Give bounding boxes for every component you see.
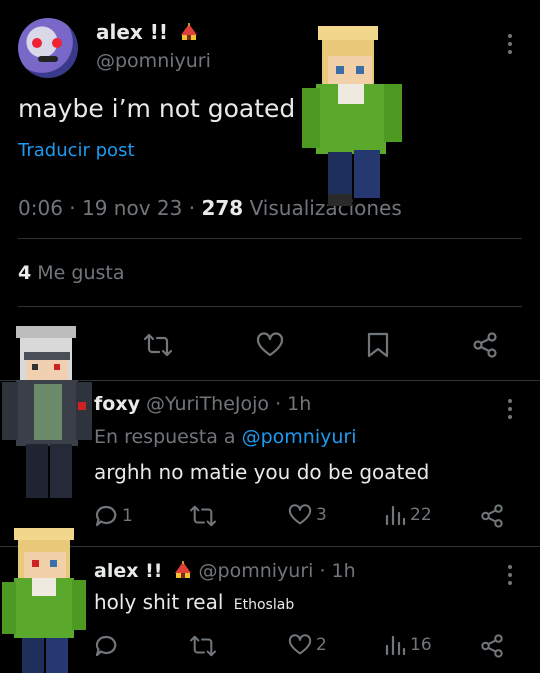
post-date[interactable]: 19 nov 23 <box>82 196 182 220</box>
replying-to-handle[interactable]: @pomniyuri <box>242 426 357 448</box>
heart-icon <box>288 504 312 526</box>
author-name[interactable]: alex !! <box>96 20 198 44</box>
reply-text: holy shit real Ethoslab <box>94 590 294 614</box>
circus-tent-icon <box>180 22 198 40</box>
share-icon[interactable] <box>472 332 498 358</box>
author-handle[interactable]: @pomniyuri <box>96 50 211 72</box>
translate-link[interactable]: Traducir post <box>18 140 135 161</box>
like-button[interactable]: 3 <box>288 504 327 526</box>
reply-count: 1 <box>122 506 133 526</box>
share-icon[interactable] <box>480 634 504 658</box>
circus-tent-icon <box>174 561 192 579</box>
views-button[interactable]: 16 <box>384 634 432 656</box>
replying-to: En respuesta a @pomniyuri <box>94 426 356 448</box>
like-button[interactable]: 2 <box>288 634 327 656</box>
retweet-icon[interactable] <box>144 332 172 358</box>
post-time[interactable]: 0:06 <box>18 196 63 220</box>
heart-icon[interactable] <box>256 332 284 358</box>
divider <box>18 306 522 307</box>
reply-button[interactable]: 1 <box>94 504 133 528</box>
heart-icon <box>288 634 312 656</box>
minecraft-skin-sticker <box>2 326 92 498</box>
retweet-icon[interactable] <box>190 634 216 658</box>
author-handle[interactable]: @YuriTheJojo <box>146 393 269 415</box>
likes-count: 4 <box>18 262 32 284</box>
more-options-icon[interactable] <box>507 565 513 585</box>
bar-chart-icon <box>384 634 406 656</box>
reply-header[interactable]: foxy @YuriTheJojo · 1h <box>94 393 311 415</box>
view-count: 16 <box>410 635 432 655</box>
view-count: 22 <box>410 505 432 525</box>
more-options-icon[interactable] <box>507 399 513 419</box>
views-count: 278 <box>201 196 244 220</box>
likes-summary[interactable]: 4 Me gusta <box>18 262 125 284</box>
likes-label: Me gusta <box>37 262 125 284</box>
reply-text-body: holy shit real <box>94 590 224 614</box>
minecraft-skin-sticker <box>2 528 86 673</box>
retweet-icon[interactable] <box>190 504 216 528</box>
minecraft-skin-sticker <box>302 26 402 206</box>
like-count: 2 <box>316 635 327 655</box>
share-icon[interactable] <box>480 504 504 528</box>
divider <box>18 238 522 239</box>
avatar[interactable] <box>18 18 78 78</box>
author-handle[interactable]: @pomniyuri <box>199 560 314 582</box>
display-name[interactable]: foxy <box>94 393 140 415</box>
views-button[interactable]: 22 <box>384 504 432 526</box>
sticker-label: Ethoslab <box>233 597 295 613</box>
bookmark-icon[interactable] <box>366 332 390 358</box>
reply-text: arghh no matie you do be goated <box>94 460 430 484</box>
reply-age[interactable]: · 1h <box>275 393 311 415</box>
reply-header[interactable]: alex !! @pomniyuri · 1h <box>94 560 356 582</box>
post-text: maybe i’m not goated <box>18 94 296 123</box>
reply-icon[interactable] <box>94 634 118 658</box>
reply-age[interactable]: · 1h <box>319 560 355 582</box>
replying-prefix: En respuesta a <box>94 426 236 448</box>
more-options-icon[interactable] <box>507 34 513 54</box>
like-count: 3 <box>316 505 327 525</box>
reply-icon <box>94 504 118 528</box>
display-name[interactable]: alex !! <box>96 20 168 44</box>
bar-chart-icon <box>384 504 406 526</box>
display-name[interactable]: alex !! <box>94 560 162 582</box>
